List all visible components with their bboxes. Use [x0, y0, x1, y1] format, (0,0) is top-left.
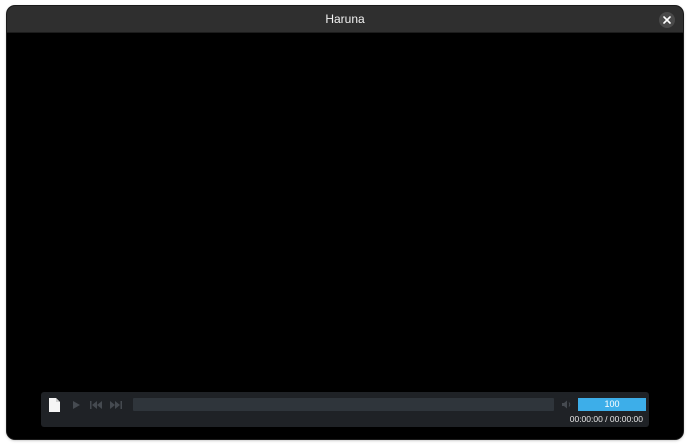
play-button[interactable] [70, 399, 82, 411]
volume-icon [562, 400, 571, 409]
seek-slider[interactable] [133, 398, 554, 411]
skip-next-icon [110, 401, 122, 409]
video-area[interactable] [7, 33, 683, 439]
mute-button[interactable] [560, 398, 574, 411]
previous-button[interactable] [88, 399, 104, 411]
open-file-button[interactable] [46, 396, 62, 414]
next-button[interactable] [108, 399, 124, 411]
close-button[interactable] [659, 12, 675, 28]
skip-previous-icon [90, 401, 102, 409]
window-title: Haruna [325, 12, 365, 26]
time-display: 00:00:00 / 00:00:00 [569, 414, 643, 424]
close-icon [663, 16, 671, 24]
volume-slider[interactable]: 100 [578, 398, 646, 411]
volume-value: 100 [604, 399, 620, 409]
file-icon [48, 398, 60, 412]
haruna-window: Haruna 100 00:00:00 / 00:00:00 [7, 6, 683, 439]
titlebar[interactable]: Haruna [7, 6, 683, 33]
controls-bar: 100 00:00:00 / 00:00:00 [41, 392, 649, 427]
play-icon [73, 401, 80, 409]
